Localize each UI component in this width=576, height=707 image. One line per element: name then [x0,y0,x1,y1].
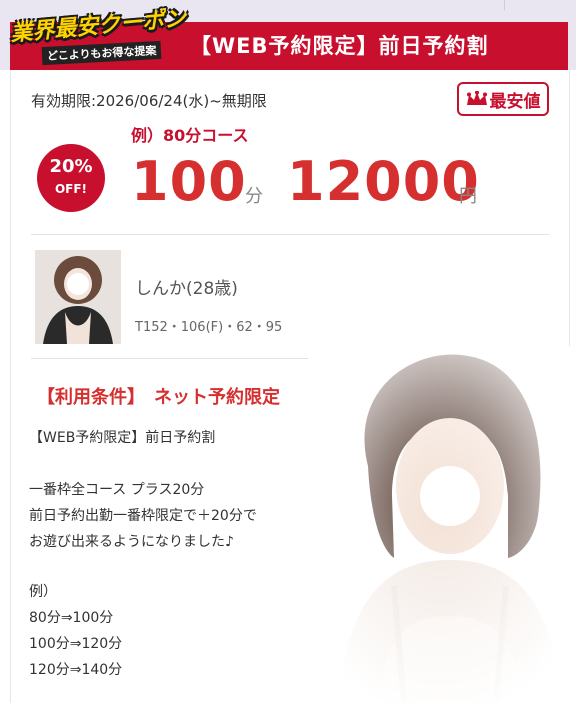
divider [31,234,549,235]
course-example: 例）80分コース [131,126,249,145]
discount-percent: 20% [49,156,93,177]
profile-thumbnail[interactable] [35,250,121,344]
coupon-title: 【WEB予約限定】前日予約割 [190,34,489,58]
conditions-heading: 【利用条件】 ネット予約限定 [37,387,280,408]
condition-line: 120分⇒140分 [29,662,123,678]
cheapest-badge: 最安値 [457,82,549,116]
condition-line: お遊び出来るようになりました♪ [29,534,234,550]
condition-line: 100分⇒120分 [29,636,123,652]
profile-name[interactable]: しんか(28歳) [135,274,238,299]
top-right-tab [504,0,576,10]
condition-line: 【WEB予約限定】前日予約割 [29,430,216,446]
badge-sub-text: どこよりもお得な提案 [41,40,162,66]
discount-circle: 20% OFF! [37,144,105,212]
price-unit: 円 [459,186,477,207]
minutes-unit: 分 [245,186,263,207]
condition-line: 例） [29,584,57,600]
price-value: 12000 [287,150,480,213]
minutes-value: 100 [131,150,247,213]
condition-line: 一番枠全コース プラス20分 [29,482,205,498]
cheapest-label: 最安値 [489,91,541,112]
model-illustration [308,346,576,704]
model-photo [308,346,576,704]
crown-icon [466,91,487,105]
profile-photo [35,250,121,344]
validity-period: 有効期限:2026/06/24(水)~無期限 [31,92,267,110]
discount-badge: 業界最安クーポン どこよりもお得な提案 [6,6,187,68]
condition-line: 前日予約出勤一番枠限定で＋20分で [29,508,257,524]
condition-line: 80分⇒100分 [29,610,114,626]
discount-off: OFF! [54,182,88,196]
profile-stats: T152・106(F)・62・95 [135,320,283,335]
